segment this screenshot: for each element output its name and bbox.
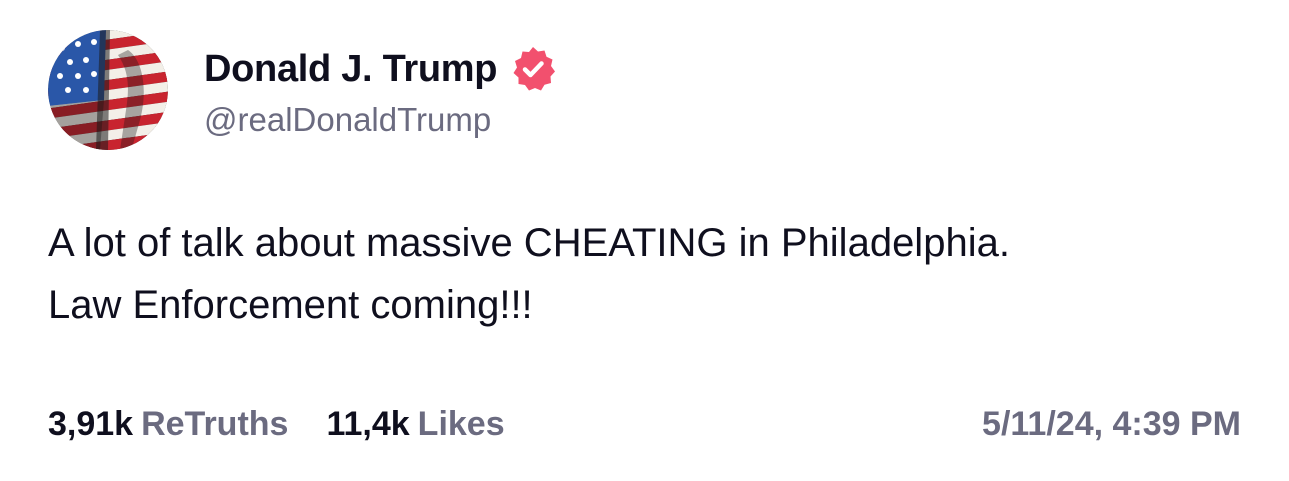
handle[interactable]: @realDonaldTrump: [204, 101, 557, 139]
likes-stat[interactable]: 11,4k Likes: [326, 405, 504, 444]
post-header: Donald J. Trump @realDonaldTrump: [48, 30, 557, 150]
author-identity: Donald J. Trump @realDonaldTrump: [204, 41, 557, 139]
likes-label: Likes: [417, 405, 505, 443]
post-timestamp[interactable]: 5/11/24, 4:39 PM: [982, 405, 1241, 444]
post-footer: 3,91k ReTruths 11,4k Likes 5/11/24, 4:39…: [48, 405, 1241, 444]
retruths-count: 3,91k: [48, 405, 134, 443]
retruths-stat[interactable]: 3,91k ReTruths: [48, 405, 288, 444]
avatar[interactable]: [48, 30, 168, 150]
likes-count: 11,4k: [326, 405, 410, 443]
truth-post: Donald J. Trump @realDonaldTrump A lot o…: [0, 0, 1289, 481]
flag-portrait-avatar-icon: [48, 30, 168, 150]
post-content: A lot of talk about massive CHEATING in …: [48, 212, 1248, 336]
verified-badge-icon: [509, 45, 557, 93]
display-name[interactable]: Donald J. Trump: [204, 48, 498, 91]
retruths-label: ReTruths: [141, 405, 289, 443]
post-text-line: Law Enforcement coming!!!: [48, 283, 533, 327]
name-row: Donald J. Trump: [204, 41, 557, 97]
post-text-line: A lot of talk about massive CHEATING in …: [48, 221, 1010, 265]
